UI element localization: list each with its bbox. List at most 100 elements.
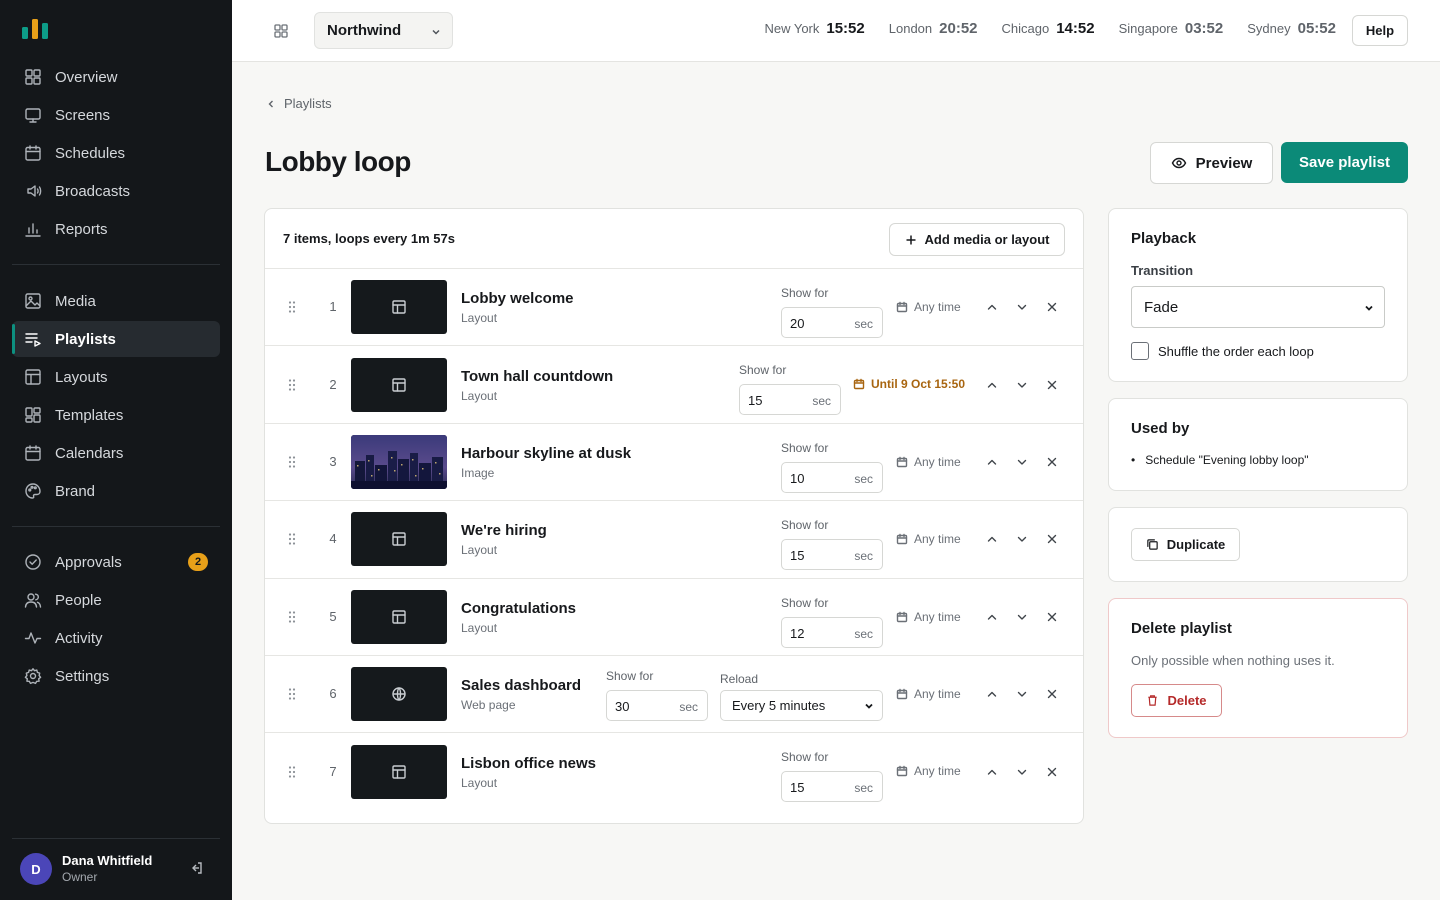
item-name[interactable]: Harbour skyline at dusk: [461, 445, 631, 462]
item-type: Layout: [461, 543, 498, 558]
playlist-row[interactable]: 1 Lobby welcome Layout Show for 20 sec Any tim…: [265, 269, 1083, 347]
playlist-row[interactable]: 4 We're hiring Layout Show for 15 sec Any time: [265, 501, 1083, 579]
playlist-row[interactable]: 3 Harbour skyline at dusk Image Show for 10 s…: [265, 424, 1083, 502]
sidebar-item-screens[interactable]: Screens: [12, 97, 220, 133]
chevron-down-icon[interactable]: [1015, 765, 1029, 779]
sidebar-item-calendars[interactable]: Calendars: [12, 435, 220, 471]
chevron-down-icon[interactable]: [1015, 300, 1029, 314]
shuffle-checkbox[interactable]: [1131, 342, 1149, 360]
sidebar-item-settings[interactable]: Settings: [12, 658, 220, 694]
sidebar-item-approvals[interactable]: Approvals 2: [12, 544, 220, 580]
chevron-up-icon[interactable]: [985, 765, 999, 779]
chevron-down-icon[interactable]: [1015, 610, 1029, 624]
sidebar-item-label: Playlists: [55, 330, 116, 348]
preview-button[interactable]: Preview: [1150, 142, 1273, 184]
drag-handle-icon[interactable]: [287, 300, 297, 314]
chevron-up-icon[interactable]: [985, 378, 999, 392]
schedule-window[interactable]: Any time: [896, 300, 961, 314]
duration-input[interactable]: 15 sec: [739, 384, 841, 416]
save-playlist-button[interactable]: Save playlist: [1281, 142, 1408, 183]
sidebar-item-reports[interactable]: Reports: [12, 211, 220, 247]
help-button[interactable]: Help: [1352, 15, 1408, 46]
sidebar-item-templates[interactable]: Templates: [12, 397, 220, 433]
duration-input[interactable]: 12 sec: [781, 616, 883, 648]
item-type: Image: [461, 465, 495, 480]
used-by-item[interactable]: • Schedule "Evening lobby loop": [1131, 453, 1309, 467]
duration-input[interactable]: 30 sec: [606, 689, 708, 721]
item-name[interactable]: Lobby welcome: [461, 290, 574, 307]
duration-input[interactable]: 20 sec: [781, 307, 883, 338]
duration-input[interactable]: 15 sec: [781, 539, 883, 571]
close-icon[interactable]: [1045, 532, 1059, 546]
reload-select[interactable]: Every 5 minutes: [720, 689, 883, 721]
breadcrumb[interactable]: Playlists: [266, 96, 332, 111]
playlist-row[interactable]: 2 Town hall countdown Layout Show for 15 sec U…: [265, 346, 1083, 424]
bullet: •: [1131, 453, 1136, 467]
schedule-window[interactable]: Any time: [896, 532, 961, 546]
chevron-down-icon[interactable]: [1015, 378, 1029, 392]
schedule-window[interactable]: Any time: [896, 610, 961, 624]
chevron-down-icon[interactable]: [1015, 532, 1029, 546]
playlist-row[interactable]: 5 Congratulations Layout Show for 12 sec Any t…: [265, 579, 1083, 656]
close-icon[interactable]: [1045, 378, 1059, 392]
item-type: Layout: [461, 620, 498, 635]
item-name[interactable]: Lisbon office news: [461, 755, 596, 772]
chevron-up-icon[interactable]: [985, 455, 999, 469]
layout-icon: [392, 377, 406, 392]
close-icon[interactable]: [1045, 687, 1059, 701]
avatar: D: [20, 853, 52, 885]
sidebar-item-layouts[interactable]: Layouts: [12, 359, 220, 395]
chevron-down-icon[interactable]: [1015, 455, 1029, 469]
sidebar-item-media[interactable]: Media: [12, 283, 220, 319]
delete-button[interactable]: Delete: [1131, 684, 1222, 717]
item-name[interactable]: Sales dashboard: [461, 677, 581, 694]
sidebar-item-broadcasts[interactable]: Broadcasts: [12, 173, 220, 209]
clock-city: Singapore: [1118, 21, 1178, 36]
schedule-window[interactable]: Until 9 Oct 15:50: [853, 377, 965, 391]
drag-handle-icon[interactable]: [287, 455, 297, 469]
user-profile[interactable]: D Dana Whitfield Owner: [12, 838, 220, 900]
sidebar-item-brand[interactable]: Brand: [12, 473, 220, 509]
schedule-window[interactable]: Any time: [896, 764, 961, 778]
sidebar-item-overview[interactable]: Overview: [12, 59, 220, 95]
playlist-row[interactable]: 7 Lisbon office news Layout Show for 15 sec An…: [265, 733, 1083, 810]
drag-handle-icon[interactable]: [287, 378, 297, 392]
layout-icon: [25, 369, 41, 385]
close-icon[interactable]: [1045, 610, 1059, 624]
drag-handle-icon[interactable]: [287, 610, 297, 624]
chevron-down-icon[interactable]: [1015, 687, 1029, 701]
sidebar-item-label: Settings: [55, 667, 110, 685]
item-thumbnail: [351, 357, 447, 412]
sidebar-item-playlists[interactable]: Playlists: [12, 321, 220, 357]
drag-handle-icon[interactable]: [287, 765, 297, 779]
logout-icon[interactable]: [188, 860, 204, 876]
sidebar-item-schedules[interactable]: Schedules: [12, 135, 220, 171]
close-icon[interactable]: [1045, 765, 1059, 779]
transition-select[interactable]: Fade: [1131, 286, 1385, 328]
playlist-row[interactable]: 6 Sales dashboard Web page Show for 30 sec Rel…: [265, 656, 1083, 734]
apps-grid-icon[interactable]: [273, 23, 289, 39]
sidebar-item-activity[interactable]: Activity: [12, 620, 220, 656]
schedule-window[interactable]: Any time: [896, 687, 961, 701]
item-name[interactable]: Town hall countdown: [461, 368, 613, 385]
schedule-window[interactable]: Any time: [896, 455, 961, 469]
chevron-up-icon[interactable]: [985, 610, 999, 624]
org-switcher[interactable]: Northwind: [314, 12, 453, 49]
chevron-up-icon[interactable]: [985, 532, 999, 546]
sidebar-item-people[interactable]: People: [12, 582, 220, 618]
breadcrumb-link[interactable]: Playlists: [284, 96, 332, 111]
item-number: 3: [329, 453, 337, 469]
duration-input[interactable]: 15 sec: [781, 771, 883, 803]
duration-input[interactable]: 10 sec: [781, 461, 883, 493]
item-name[interactable]: We're hiring: [461, 522, 547, 539]
drag-handle-icon[interactable]: [287, 532, 297, 546]
close-icon[interactable]: [1045, 300, 1059, 314]
drag-handle-icon[interactable]: [287, 687, 297, 701]
chevron-up-icon[interactable]: [985, 687, 999, 701]
clock-time: 05:52: [1297, 20, 1336, 37]
duplicate-button[interactable]: Duplicate: [1131, 528, 1240, 561]
item-name[interactable]: Congratulations: [461, 600, 576, 617]
add-media-button[interactable]: Add media or layout: [889, 223, 1065, 256]
close-icon[interactable]: [1045, 455, 1059, 469]
chevron-up-icon[interactable]: [985, 300, 999, 314]
